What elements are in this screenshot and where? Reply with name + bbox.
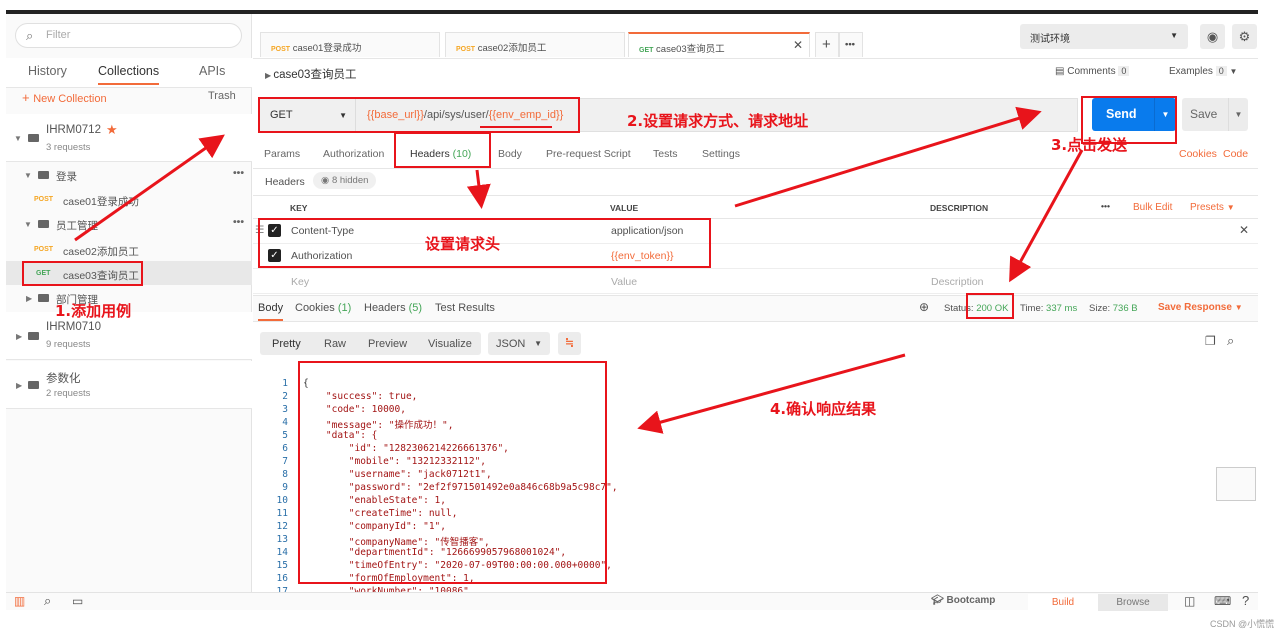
annotation-click-send: 3.点击发送	[1051, 136, 1128, 154]
annotation-set-headers: 设置请求头	[425, 235, 501, 253]
arrow-headers	[466, 169, 491, 209]
arrow-1	[74, 134, 225, 242]
annotation-set-request: 2.设置请求方式、请求地址	[627, 112, 809, 130]
arrow-3	[1009, 149, 1084, 283]
annotation-arrows	[74, 106, 1084, 434]
annotation-add-case: 1.添加用例	[55, 302, 132, 320]
annotation-confirm-response: 4.确认响应结果	[770, 400, 877, 418]
